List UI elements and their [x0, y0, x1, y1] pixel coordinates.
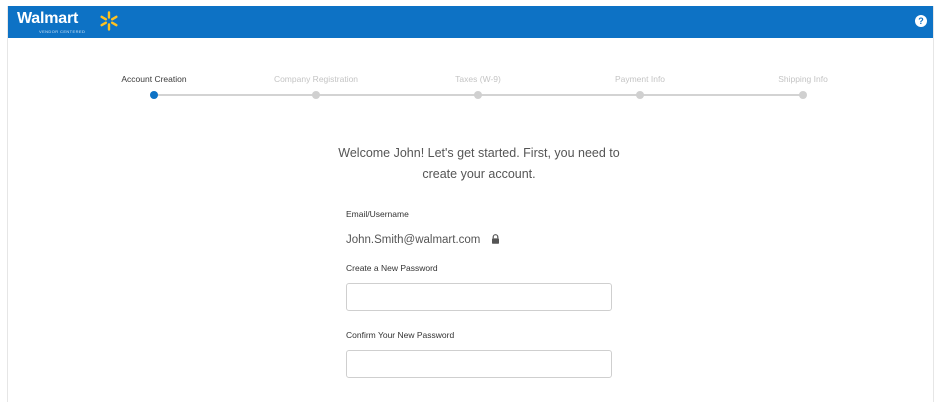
email-label: Email/Username: [346, 209, 409, 219]
new-password-input[interactable]: [346, 283, 612, 311]
app-frame: Walmart VENDOR CENTERED ? Account Creati…: [7, 6, 934, 402]
progress-stepper: Account Creation Company Registration Ta…: [8, 6, 933, 126]
step-taxes[interactable]: Taxes (W-9): [408, 6, 548, 106]
email-value: John.Smith@walmart.com: [346, 234, 500, 246]
step-dot-icon: [312, 91, 320, 99]
step-dot-icon: [474, 91, 482, 99]
email-text: John.Smith@walmart.com: [346, 234, 481, 246]
confirm-password-label: Confirm Your New Password: [346, 330, 455, 340]
step-shipping-info[interactable]: Shipping Info: [733, 6, 873, 106]
step-label: Shipping Info: [778, 74, 828, 84]
confirm-password-input[interactable]: [346, 350, 612, 378]
step-dot-icon: [150, 91, 158, 99]
step-label: Company Registration: [273, 74, 359, 84]
welcome-message: Welcome John! Let's get started. First, …: [8, 143, 937, 185]
step-payment-info[interactable]: Payment Info: [570, 6, 710, 106]
step-label: Account Creation: [121, 74, 187, 84]
welcome-line-2: create your account.: [422, 167, 536, 181]
step-dot-icon: [636, 91, 644, 99]
step-label: Taxes (W-9): [455, 74, 501, 84]
lock-icon: [491, 234, 499, 244]
step-dot-icon: [799, 91, 807, 99]
step-company-registration[interactable]: Company Registration: [246, 6, 386, 106]
step-label: Payment Info: [614, 74, 666, 84]
step-account-creation[interactable]: Account Creation: [84, 6, 224, 106]
welcome-line-1: Welcome John! Let's get started. First, …: [338, 146, 620, 160]
password-label: Create a New Password: [346, 263, 438, 273]
